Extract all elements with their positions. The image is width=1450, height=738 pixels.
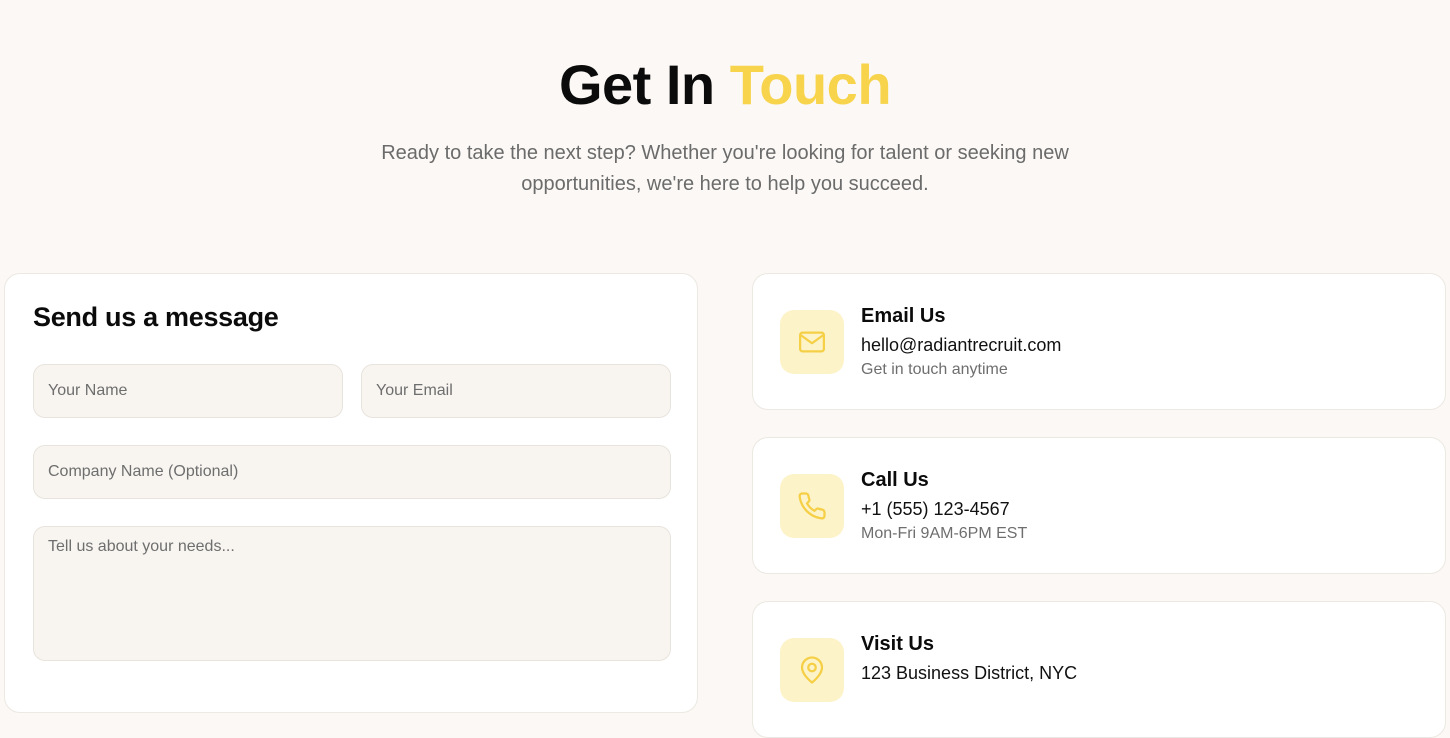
mail-icon: [780, 310, 844, 374]
message-textarea[interactable]: [33, 526, 671, 661]
phone-number[interactable]: +1 (555) 123-4567: [861, 499, 1010, 520]
page-subtitle: Ready to take the next step? Whether you…: [381, 142, 1069, 195]
email-input[interactable]: [361, 364, 671, 418]
phone-icon: [780, 474, 844, 538]
phone-card: Call Us +1 (555) 123-4567 Mon-Fri 9AM-6P…: [752, 437, 1446, 574]
street-address[interactable]: 123 Business District, NYC: [861, 663, 1077, 684]
address-card: Visit Us 123 Business District, NYC: [752, 601, 1446, 738]
email-card: Email Us hello@radiantrecruit.com Get in…: [752, 273, 1446, 410]
phone-card-note: Mon-Fri 9AM-6PM EST: [861, 525, 1028, 542]
email-card-title: Email Us: [861, 305, 946, 327]
email-card-note: Get in touch anytime: [861, 361, 1008, 378]
phone-card-title: Call Us: [861, 469, 929, 491]
title-accent: Touch: [729, 53, 892, 116]
title-main: Get In: [558, 53, 715, 116]
form-title: Send us a message: [33, 302, 279, 332]
message-form-card: Send us a message: [4, 273, 698, 713]
name-input[interactable]: [33, 364, 343, 418]
map-pin-icon: [780, 638, 844, 702]
address-card-title: Visit Us: [861, 633, 934, 655]
email-address[interactable]: hello@radiantrecruit.com: [861, 335, 1061, 356]
page-title: Get In Touch: [0, 52, 1450, 117]
company-name-input[interactable]: [33, 445, 671, 499]
